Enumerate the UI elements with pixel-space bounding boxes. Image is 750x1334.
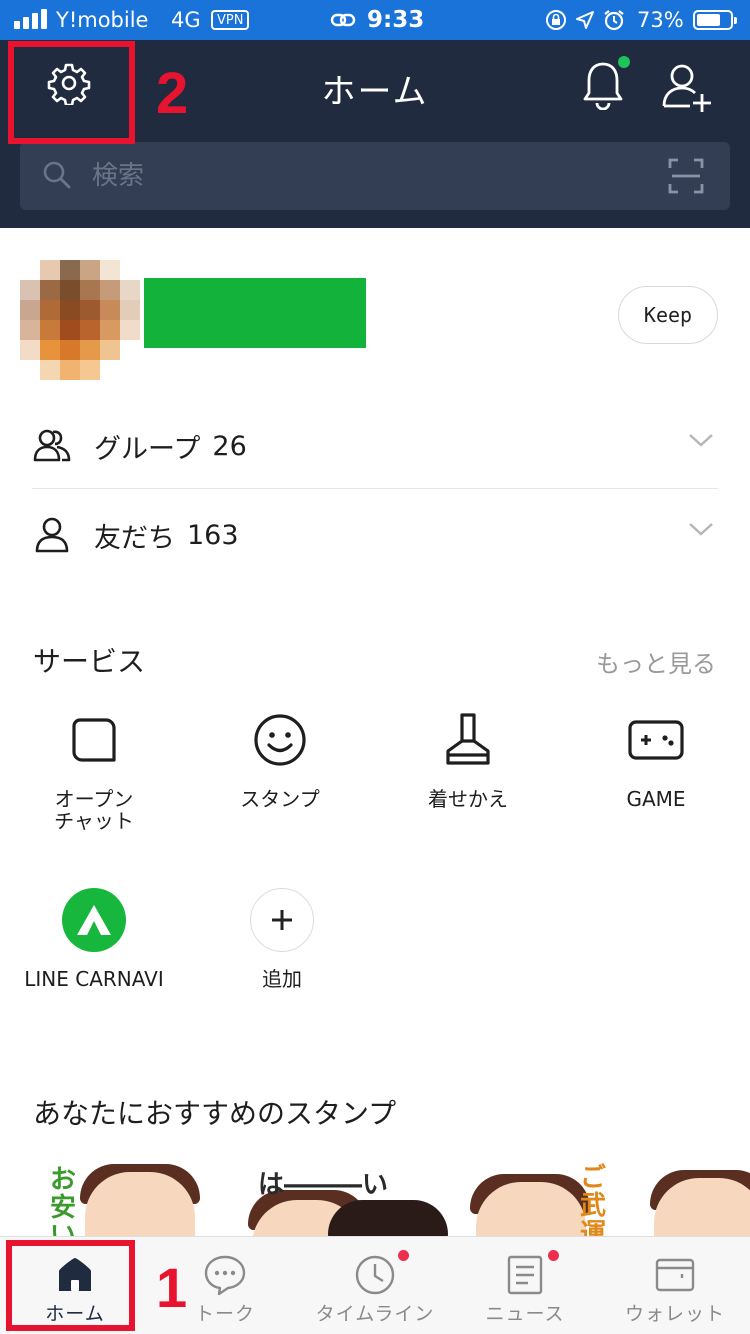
annotation-number-1: 1 xyxy=(156,1256,188,1319)
service-label: LINE CARNAVI xyxy=(24,967,164,991)
status-icons xyxy=(545,0,625,40)
chevron-down-icon[interactable] xyxy=(688,520,714,538)
sticker-card[interactable]: は―――い xyxy=(228,1160,448,1240)
battery-icon xyxy=(693,10,737,30)
groups-count: 26 xyxy=(212,430,247,462)
tab-label: タイムライン xyxy=(315,1303,435,1325)
sticker-text: は―――い xyxy=(258,1170,389,1200)
friend-icon xyxy=(35,517,69,553)
timeline-badge-dot xyxy=(398,1250,409,1261)
friends-label: 友だち xyxy=(94,522,175,554)
service-stickers[interactable]: スタンプ xyxy=(200,710,360,810)
avatar[interactable] xyxy=(20,260,140,380)
friends-row[interactable]: 友だち 163 xyxy=(32,492,718,578)
groups-row[interactable]: グループ 26 xyxy=(32,403,718,489)
chat-bubble-icon xyxy=(204,1255,246,1296)
service-open-chat[interactable]: オープン チャット xyxy=(14,710,174,832)
status-time: 9:33 xyxy=(367,7,425,33)
signal-strength-icon xyxy=(14,0,47,40)
game-controller-icon xyxy=(628,720,684,760)
add-friend-button[interactable] xyxy=(660,60,714,114)
page-title: ホーム xyxy=(321,72,429,112)
annotation-box-home-tab xyxy=(6,1240,135,1331)
service-add[interactable]: 追加 xyxy=(202,888,362,990)
tab-wallet[interactable]: ウォレット xyxy=(600,1237,750,1334)
qr-scan-icon[interactable] xyxy=(668,158,704,194)
groups-label: グループ xyxy=(94,433,201,465)
rotation-lock-icon xyxy=(546,10,566,30)
plus-icon xyxy=(250,888,314,952)
services-more-link[interactable]: もっと見る xyxy=(596,644,716,679)
news-badge-dot xyxy=(548,1250,559,1261)
friends-count: 163 xyxy=(187,519,239,551)
location-arrow-icon xyxy=(576,11,594,29)
notifications-button[interactable] xyxy=(580,56,630,114)
annotation-number-2: 2 xyxy=(156,61,189,126)
add-friend-icon xyxy=(662,64,711,112)
search-icon xyxy=(43,161,71,189)
search-input[interactable] xyxy=(92,142,592,210)
sticker-text: お安い xyxy=(50,1165,77,1240)
service-label: 追加 xyxy=(262,967,302,991)
service-label: オープン チャット xyxy=(54,787,134,833)
service-label: GAME xyxy=(626,787,686,811)
annotation-box-settings xyxy=(8,41,135,144)
groups-icon xyxy=(33,429,71,462)
clock-icon xyxy=(355,1255,395,1295)
battery-percent: 73% xyxy=(637,8,684,32)
carnavi-icon xyxy=(62,888,126,952)
tab-news[interactable]: ニュース xyxy=(450,1237,600,1334)
sticker-carousel[interactable]: お安い は―――い ご武運 xyxy=(0,1160,750,1240)
list-divider xyxy=(32,488,718,489)
tab-timeline[interactable]: タイムライン xyxy=(300,1237,450,1334)
services-title: サービス xyxy=(33,645,146,678)
service-label: スタンプ xyxy=(240,787,320,811)
open-chat-icon xyxy=(72,718,116,762)
tab-label: ニュース xyxy=(485,1303,565,1325)
service-game[interactable]: GAME xyxy=(576,710,736,810)
sticker-smile-icon xyxy=(254,714,306,766)
service-line-carnavi[interactable]: LINE CARNAVI xyxy=(14,888,174,990)
alarm-icon xyxy=(604,10,624,31)
vpn-badge: VPN xyxy=(211,10,250,30)
network-type: 4G xyxy=(171,8,201,32)
status-bar: Y!mobile 4G VPN 9:33 73% xyxy=(0,0,750,40)
search-bar[interactable] xyxy=(20,142,730,210)
sticker-card[interactable]: お安い xyxy=(40,1160,200,1240)
carrier-name: Y!mobile xyxy=(56,8,149,32)
bell-icon xyxy=(583,62,623,111)
hotspot-link-icon xyxy=(330,0,356,40)
recommended-stickers-title: あなたにおすすめのスタンプ xyxy=(33,1097,397,1130)
sticker-card[interactable] xyxy=(640,1160,750,1240)
service-themes[interactable]: 着せかえ xyxy=(388,710,548,810)
service-label: 着せかえ xyxy=(428,787,508,811)
notification-dot xyxy=(618,56,630,68)
sticker-text: ご武運 xyxy=(580,1163,607,1240)
chevron-down-icon[interactable] xyxy=(688,431,714,449)
news-icon xyxy=(507,1255,543,1295)
tab-label: ウォレット xyxy=(624,1303,725,1325)
sticker-card[interactable]: ご武運 xyxy=(440,1160,620,1240)
wallet-icon xyxy=(655,1258,695,1292)
keep-button[interactable]: Keep xyxy=(618,286,718,344)
theme-brush-icon xyxy=(446,713,490,765)
profile-name-redacted[interactable] xyxy=(144,278,366,348)
